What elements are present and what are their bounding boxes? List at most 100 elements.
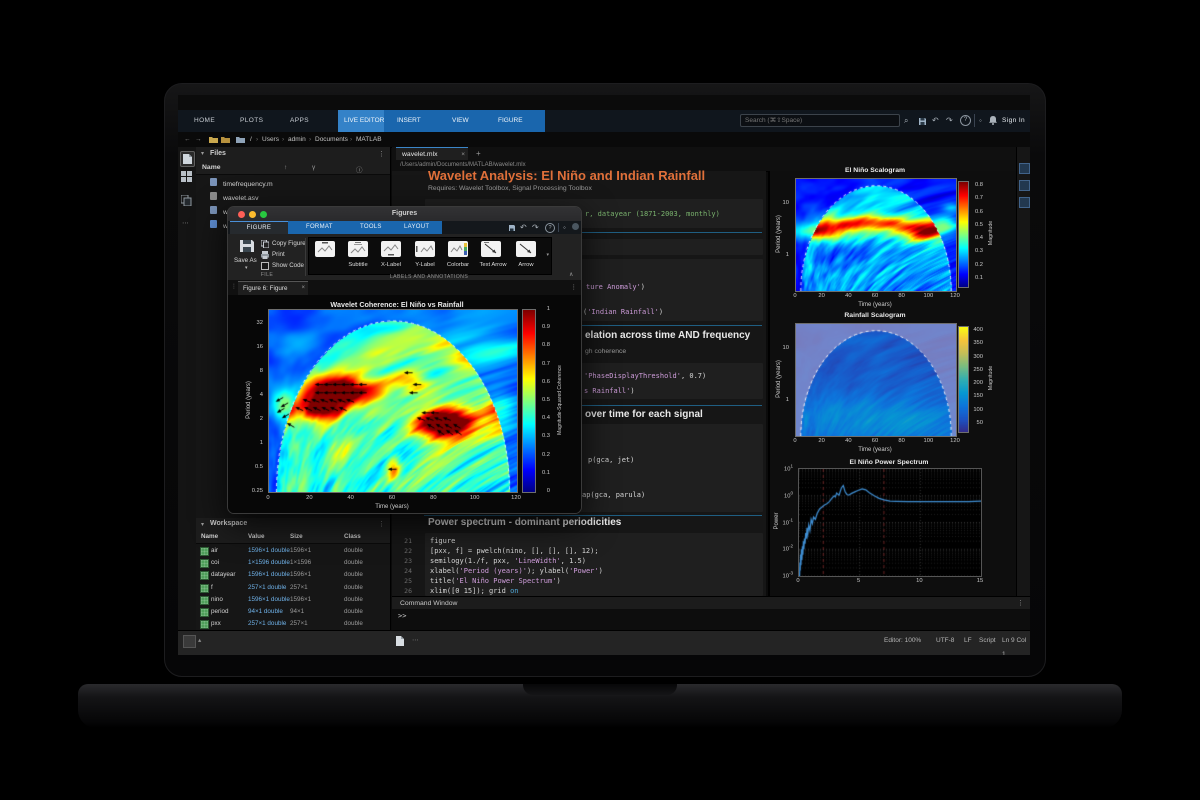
- breadcrumb-admin[interactable]: admin: [288, 132, 306, 147]
- panel-collapse-caret-icon[interactable]: ▴: [198, 634, 201, 648]
- figures-tab-tools[interactable]: TOOLS: [360, 221, 382, 234]
- workspace-column-size[interactable]: Size: [290, 533, 303, 540]
- workspace-row[interactable]: air 1596×1 double 1596×1 double: [196, 545, 390, 557]
- colorbar-annotation-icon[interactable]: [448, 241, 468, 257]
- copy-figure-label[interactable]: Copy Figure: [272, 240, 306, 247]
- breadcrumb-users[interactable]: Users: [262, 132, 279, 147]
- command-window-body[interactable]: >>: [392, 609, 1030, 630]
- files-collapse-icon[interactable]: ▾: [201, 150, 204, 157]
- figures-save-icon[interactable]: [508, 224, 516, 232]
- variables-strip-icon[interactable]: [1019, 180, 1030, 191]
- subtitle-annotation-label[interactable]: Subtitle: [348, 262, 367, 268]
- workspace-row[interactable]: nino 1596×1 double 1596×1 double: [196, 594, 390, 606]
- status-more-icon[interactable]: ⋯: [412, 634, 419, 648]
- figtab-grip-icon[interactable]: ⋮: [231, 283, 237, 290]
- tab-home[interactable]: HOME: [194, 110, 215, 132]
- tab-figure[interactable]: FIGURE: [498, 110, 523, 132]
- save-icon[interactable]: [918, 117, 927, 126]
- text-arrow-annotation-label[interactable]: Text Arrow: [479, 262, 506, 268]
- account-icon[interactable]: ◦: [979, 110, 982, 132]
- figures-tab-format[interactable]: FORMAT: [306, 221, 333, 234]
- close-figure-tab-icon[interactable]: ×: [301, 285, 305, 291]
- show-code-checkbox[interactable]: [261, 262, 269, 270]
- colorbar-annotation-label[interactable]: Colorbar: [447, 262, 469, 268]
- workspace-row[interactable]: period 94×1 double 94×1 double: [196, 606, 390, 618]
- figures-cloud-icon[interactable]: [572, 223, 579, 230]
- figtabs-menu-icon[interactable]: ⋮: [571, 283, 578, 291]
- copy-figure-icon[interactable]: [261, 240, 269, 248]
- workspace-row[interactable]: f 257×1 double 257×1 double: [196, 582, 390, 594]
- figure6-tab[interactable]: Figure 6: Figure ×: [238, 281, 308, 296]
- new-folder-icon[interactable]: [209, 136, 218, 143]
- tab-live-editor[interactable]: LIVE EDITOR: [344, 110, 384, 132]
- close-tab-icon[interactable]: ×: [461, 151, 465, 158]
- save-as-label[interactable]: Save As: [234, 257, 257, 264]
- sign-in-link[interactable]: Sign In: [1002, 110, 1025, 132]
- workspace-row[interactable]: coi 1×1596 double 1×1596 double: [196, 557, 390, 569]
- filter-icon[interactable]: γ: [312, 164, 315, 171]
- breadcrumb-root[interactable]: /: [250, 132, 252, 147]
- workspace-row[interactable]: datayear 1596×1 double 1596×1 double: [196, 569, 390, 581]
- open-folder-icon[interactable]: [221, 136, 230, 143]
- tab-insert[interactable]: INSERT: [397, 110, 421, 132]
- workspace-strip-icon[interactable]: [1019, 163, 1030, 174]
- subtitle-annotation-icon[interactable]: [348, 241, 368, 257]
- new-tab-icon[interactable]: +: [476, 149, 481, 158]
- xlabel-annotation-icon[interactable]: [381, 241, 401, 257]
- tab-apps[interactable]: APPS: [290, 110, 309, 132]
- collapse-toolstrip-icon[interactable]: ∧: [569, 271, 573, 278]
- search-input[interactable]: [740, 114, 900, 127]
- nav-back-icon[interactable]: ←: [184, 132, 191, 147]
- text-arrow-annotation-icon[interactable]: [481, 241, 501, 257]
- workspace-column-value[interactable]: Value: [248, 533, 264, 540]
- more-activity-icon[interactable]: ⋯: [182, 219, 189, 227]
- save-as-dropdown-icon[interactable]: ▾: [245, 265, 248, 271]
- files-activity-icon[interactable]: [180, 151, 195, 167]
- workspace-row[interactable]: pxx 257×1 double 257×1 double: [196, 618, 390, 630]
- figures-tab-layout[interactable]: LAYOUT: [404, 221, 429, 234]
- command-window-menu-icon[interactable]: ⋮: [1017, 599, 1024, 607]
- grid-activity-icon[interactable]: [181, 171, 192, 182]
- figures-help-icon[interactable]: ?: [545, 223, 555, 233]
- info-column-icon[interactable]: ⓘ: [356, 164, 363, 174]
- gallery-expand-icon[interactable]: ▾: [546, 252, 549, 258]
- arrow-annotation-icon[interactable]: [516, 241, 536, 257]
- nav-forward-icon[interactable]: →: [195, 132, 202, 147]
- status-encoding[interactable]: UTF-8: [936, 634, 954, 648]
- file-row[interactable]: wavelet.asv: [210, 192, 258, 202]
- help-icon[interactable]: ?: [960, 115, 971, 126]
- print-icon[interactable]: [261, 251, 269, 259]
- workspace-column-name[interactable]: Name: [201, 533, 218, 540]
- show-code-label[interactable]: Show Code: [272, 262, 304, 269]
- figures-window[interactable]: Figures FIGURE FORMAT TOOLS LAYOUT ↶ ↷ ?: [227, 206, 582, 514]
- file-row[interactable]: timefrequency.m: [210, 178, 273, 188]
- files-column-name[interactable]: Name: [202, 164, 221, 171]
- undo-icon[interactable]: ↶: [932, 110, 939, 132]
- status-editor-zoom[interactable]: Editor: 100%: [884, 634, 921, 648]
- workspace-menu-icon[interactable]: ⋮: [378, 520, 385, 528]
- xlabel-annotation-label[interactable]: X-Label: [381, 262, 401, 268]
- workspace-column-class[interactable]: Class: [344, 533, 361, 540]
- breadcrumb-matlab[interactable]: MATLAB: [356, 132, 382, 147]
- tab-plots[interactable]: PLOTS: [240, 110, 263, 132]
- editor-tab-wavelet[interactable]: wavelet.mlx ×: [396, 147, 468, 161]
- status-cursor-position[interactable]: Ln 9 Col 1: [1002, 634, 1030, 655]
- files-menu-icon[interactable]: ⋮: [378, 150, 385, 158]
- compare-activity-icon[interactable]: [181, 195, 192, 206]
- workspace-collapse-icon[interactable]: ▾: [201, 521, 204, 528]
- ylabel-annotation-icon[interactable]: [415, 241, 435, 257]
- print-label[interactable]: Print: [272, 251, 285, 258]
- panel-collapse-icon[interactable]: [183, 635, 196, 648]
- figures-strip-icon[interactable]: [1019, 197, 1030, 208]
- status-eol[interactable]: LF: [964, 634, 972, 648]
- tab-view[interactable]: VIEW: [452, 110, 469, 132]
- search-icon[interactable]: ⌕: [904, 110, 908, 132]
- arrow-annotation-label[interactable]: Arrow: [518, 262, 533, 268]
- figures-window-titlebar[interactable]: Figures: [228, 207, 581, 222]
- title-annotation-icon[interactable]: [315, 241, 335, 257]
- notifications-bell-icon[interactable]: [989, 116, 997, 125]
- sort-ascending-icon[interactable]: ↑: [284, 164, 287, 171]
- breadcrumb-documents[interactable]: Documents: [315, 132, 348, 147]
- redo-icon[interactable]: ↷: [946, 110, 953, 132]
- status-file-type[interactable]: Script: [979, 634, 996, 648]
